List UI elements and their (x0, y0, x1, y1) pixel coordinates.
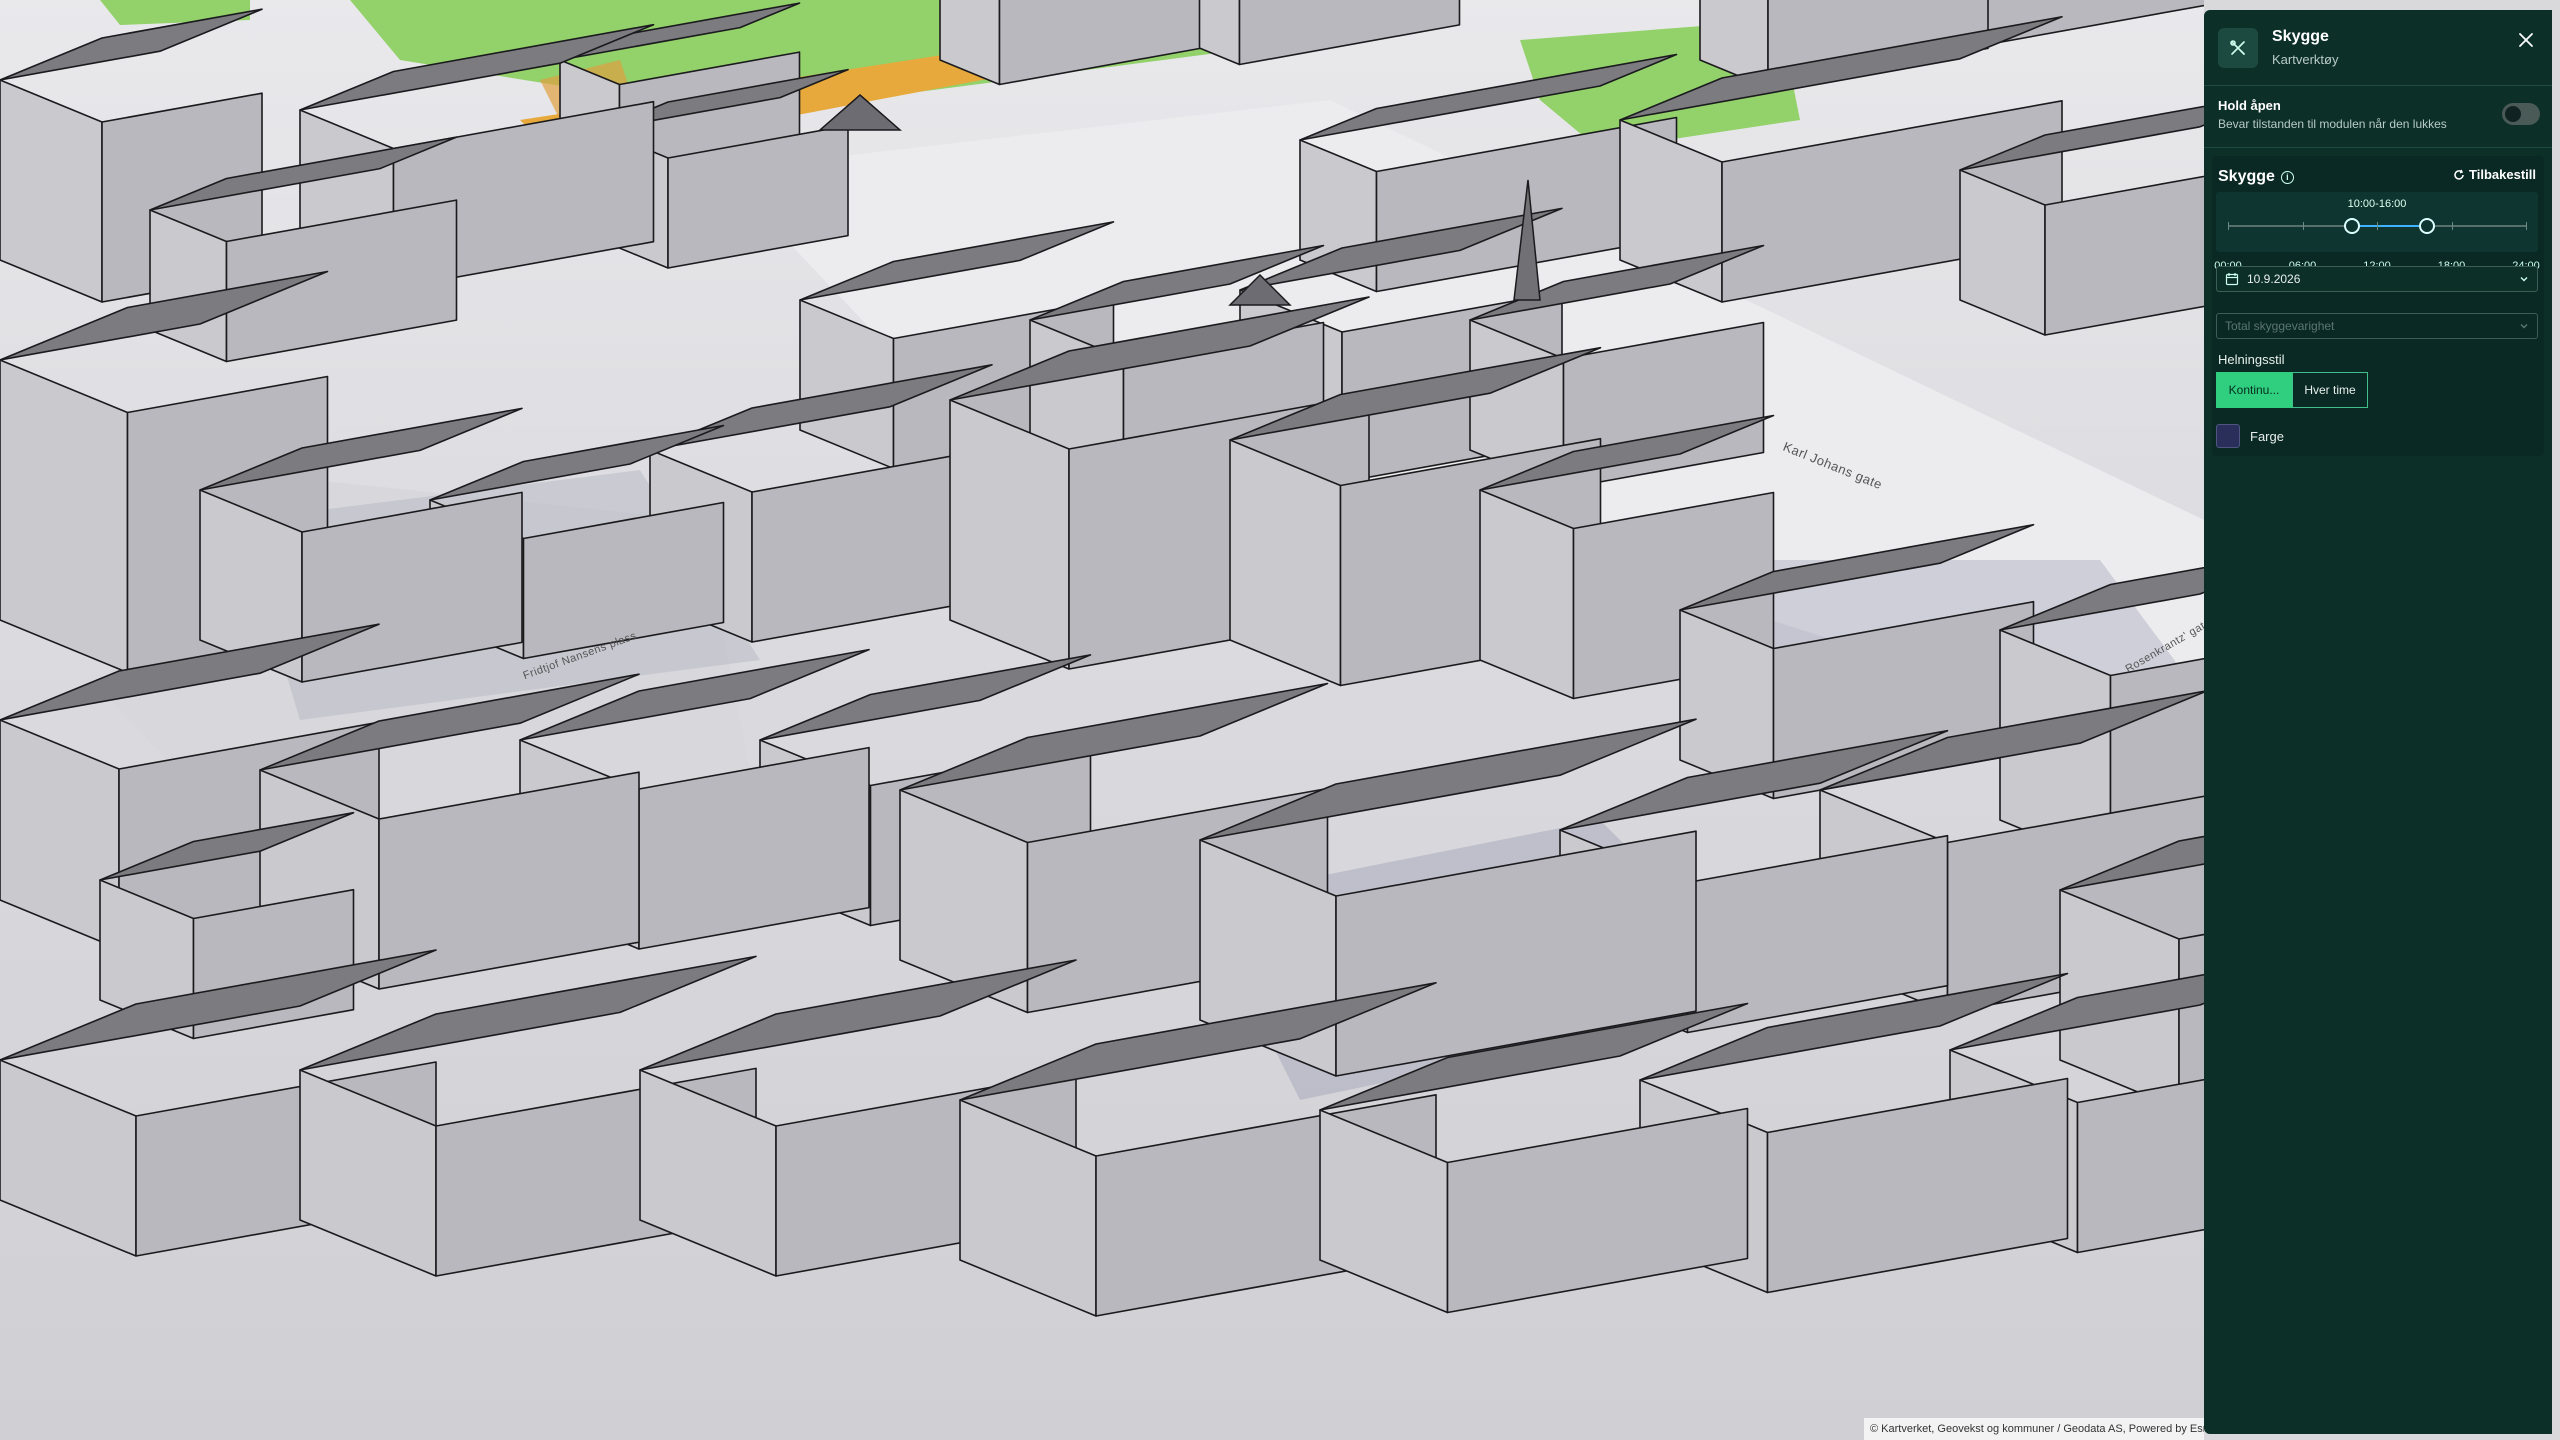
slider-tick (2526, 222, 2527, 230)
building-face (1238, 0, 1461, 66)
slider-fill (2352, 225, 2427, 227)
building-face (0, 79, 103, 303)
gradient-option-hourly[interactable]: Hver time (2292, 372, 2368, 408)
chevron-down-icon (2520, 277, 2528, 282)
tool-title: Skygge (2272, 28, 2329, 45)
section-title-text: Skygge (2218, 168, 2275, 185)
slider-tick (2451, 222, 2453, 230)
map-attribution: © Kartverket, Geovekst og kommuner / Geo… (1864, 1418, 2204, 1440)
toggle-knob (2505, 106, 2521, 122)
close-button[interactable] (2512, 26, 2540, 54)
shadow-tool-panel: Skygge Kartverktøy Hold åpen Bevar tilst… (2204, 10, 2552, 1434)
color-swatch[interactable] (2216, 424, 2240, 448)
building-face (1766, 1077, 2069, 1294)
shadow-section: Skygge i Tilbakestill 10:00-16:00 00:00 (2212, 156, 2544, 456)
tool-subtitle: Kartverktøy (2272, 52, 2339, 67)
slider-tick (2228, 222, 2229, 230)
slider-track[interactable] (2228, 218, 2527, 234)
building-face (2178, 933, 2204, 1110)
city-3d-scene (0, 0, 2204, 1317)
close-icon (2519, 33, 2533, 47)
slider-start-handle[interactable] (2344, 218, 2361, 234)
gradient-option-continuous[interactable]: Kontinu... (2216, 372, 2292, 408)
building-face (998, 0, 1201, 86)
color-row: Farge (2216, 424, 2284, 448)
gradient-style-toggle: Kontinu... Hver time (2216, 372, 2368, 408)
building-face (1446, 1107, 1749, 1314)
slider-end-handle[interactable] (2418, 218, 2435, 234)
map-viewport[interactable]: Karl Johans gate Fridtjof Nansens plass … (0, 0, 2204, 1440)
hold-open-description: Bevar tilstanden til modulen når den luk… (2218, 117, 2447, 131)
calendar-icon (2225, 273, 2239, 286)
section-title: Skygge i (2218, 168, 2294, 186)
reset-label: Tilbakestill (2469, 167, 2536, 182)
building-face (2044, 175, 2204, 336)
date-value: 10.9.2026 (2247, 272, 2301, 286)
info-icon[interactable]: i (2280, 170, 2294, 184)
hold-open-toggle[interactable] (2502, 103, 2540, 125)
reset-button[interactable]: Tilbakestill (2453, 167, 2536, 182)
color-label: Farge (2250, 428, 2284, 444)
building-face (1199, 718, 1697, 841)
panel-header: Skygge Kartverktøy (2204, 10, 2552, 86)
slider-tick (2302, 222, 2304, 230)
refresh-icon (2454, 169, 2464, 180)
hold-open-row: Hold åpen Bevar tilstanden til modulen n… (2204, 86, 2552, 148)
gradient-style-label: Helningsstil (2218, 352, 2285, 367)
chevron-down-icon (2520, 324, 2528, 329)
tools-icon (2218, 28, 2258, 68)
building-face (0, 1059, 137, 1257)
date-picker[interactable]: 10.9.2026 (2216, 266, 2538, 292)
time-range-label: 10:00-16:00 (2347, 198, 2407, 210)
slider-tick (2377, 222, 2378, 230)
shadow-mode-select[interactable]: Total skyggevarighet (2216, 313, 2538, 339)
time-range-slider[interactable]: 10:00-16:00 00:00 06:00 12:00 18:00 24:0… (2214, 192, 2540, 272)
shadow-mode-placeholder: Total skyggevarighet (2225, 319, 2335, 333)
hold-open-label: Hold åpen (2218, 98, 2281, 113)
building-face (0, 359, 129, 674)
